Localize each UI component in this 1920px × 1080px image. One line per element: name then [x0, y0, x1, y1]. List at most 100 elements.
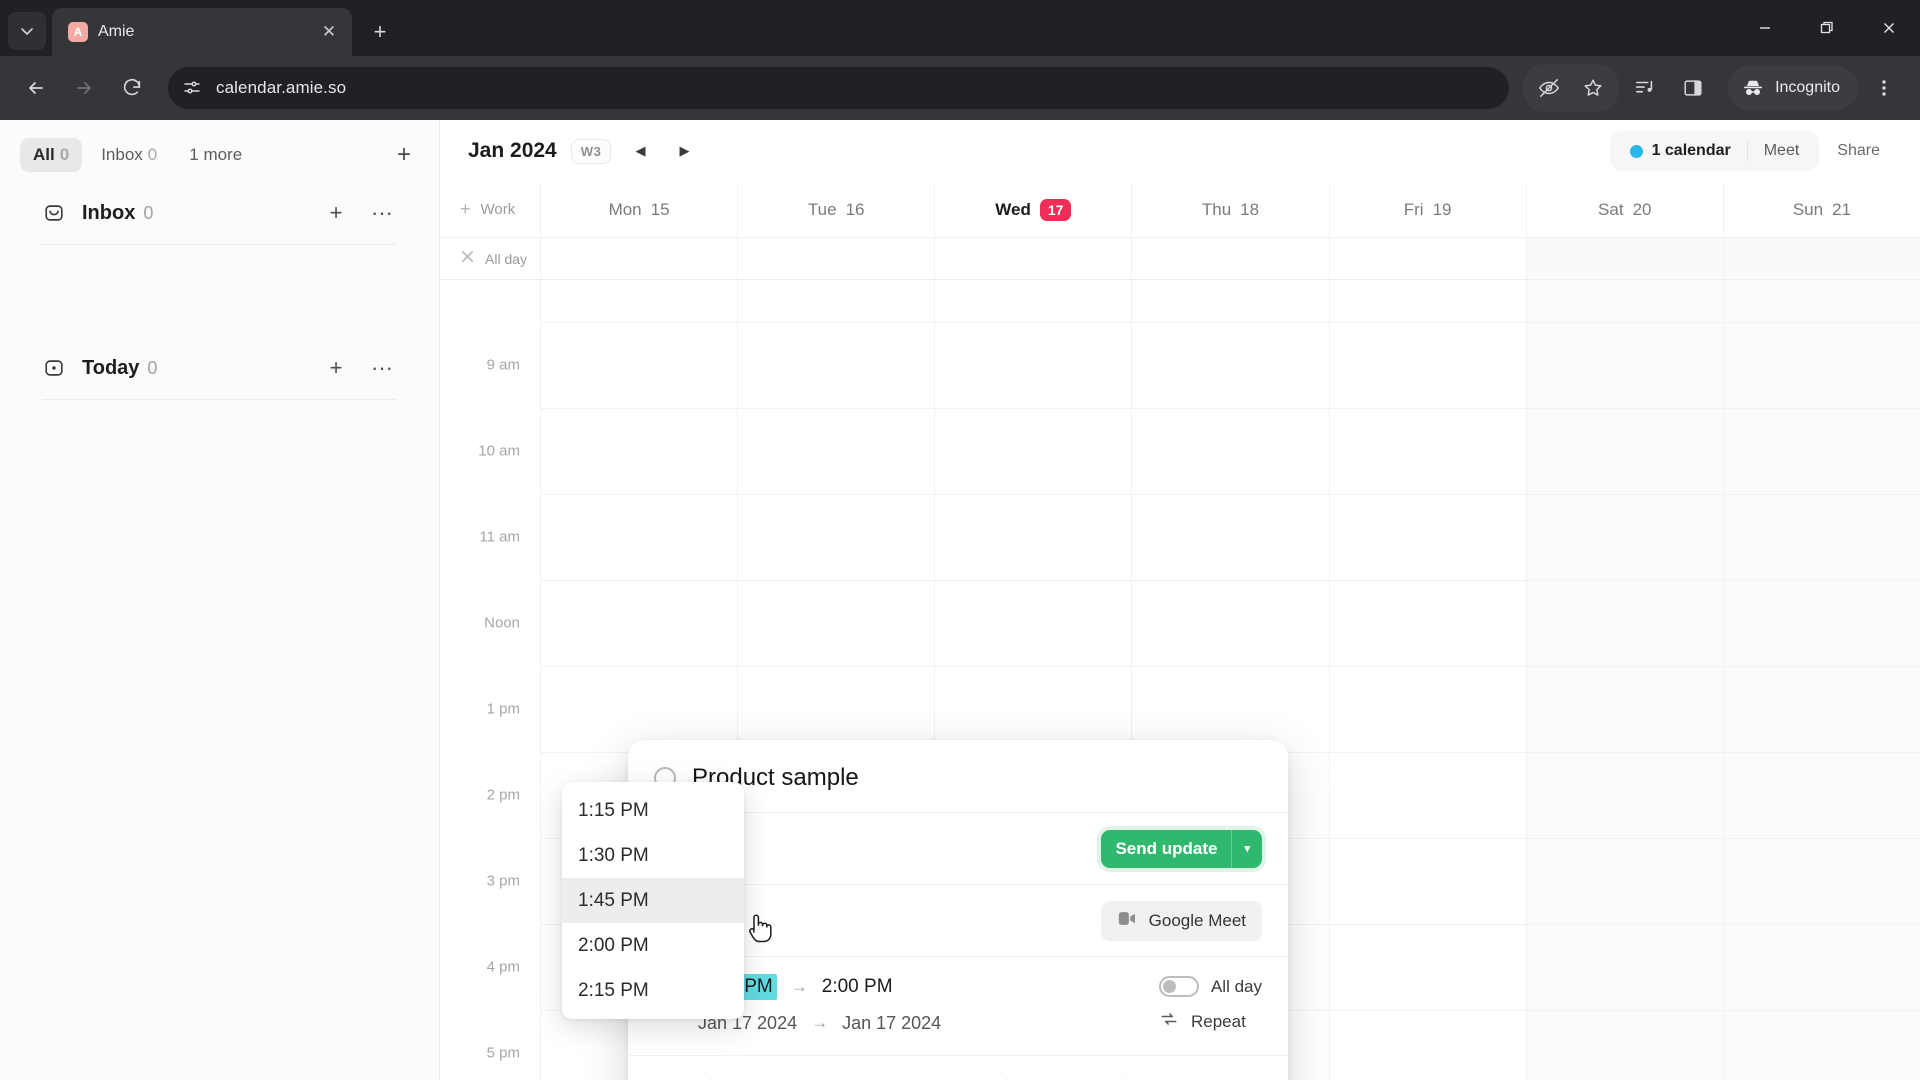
day-name: Thu [1201, 199, 1232, 219]
tab-favicon: A [68, 22, 88, 42]
event-end-time[interactable]: 2:00 PM [822, 976, 893, 998]
day-header-sun[interactable]: Sun 21 [1722, 182, 1920, 237]
repeat-icon [1159, 1009, 1179, 1034]
calendar-count-button[interactable]: 1 calendar [1614, 136, 1747, 166]
incognito-indicator[interactable]: Incognito [1727, 66, 1858, 110]
back-icon[interactable] [14, 66, 58, 110]
side-panel-icon[interactable] [1671, 66, 1715, 110]
day-column-fri[interactable] [1328, 280, 1526, 1080]
page-settings-icon [184, 81, 200, 94]
event-end-date[interactable]: Jan 17 2024 [842, 1013, 941, 1034]
caret-down-icon[interactable] [654, 1070, 700, 1080]
all-day-cell-tue[interactable] [737, 238, 934, 279]
time-option-1-15-pm[interactable]: 1:15 PM [562, 788, 744, 833]
sidebar-group-inbox: Inbox 0 + ··· Today 0 + ··· [0, 182, 439, 400]
sidebar: All 0 Inbox 0 1 more + Inbox 0 + ··· Tod… [0, 120, 440, 1080]
all-day-cell-sat[interactable] [1525, 238, 1723, 279]
next-week-button[interactable]: ▶ [669, 136, 699, 166]
week-badge[interactable]: W3 [570, 138, 612, 164]
share-button[interactable]: Share [1819, 142, 1898, 160]
sidebar-item-inbox[interactable]: Inbox 0 + ··· [42, 182, 397, 244]
day-header-sat[interactable]: Sat 20 [1525, 182, 1723, 237]
work-gutter: + Work [440, 182, 540, 237]
media-list-icon[interactable] [1623, 66, 1667, 110]
browser-tab[interactable]: A Amie ✕ [52, 8, 352, 56]
sidebar-tab-more-label: 1 more [189, 145, 243, 164]
close-icon[interactable]: ✕ [316, 19, 342, 45]
all-day-cell-fri[interactable] [1328, 238, 1526, 279]
google-meet-label: Google Meet [1148, 910, 1246, 930]
sidebar-item-today-label: Today [82, 356, 140, 379]
all-day-cell-sun[interactable] [1722, 238, 1920, 279]
prev-week-button[interactable]: ◀ [625, 136, 655, 166]
send-update-button[interactable]: Send update ▾ [1101, 829, 1262, 868]
day-header-row: + Work Mon 15 Tue 16 Wed 17 Thu 18 Fri 1… [440, 182, 1920, 238]
time-option-2-00-pm[interactable]: 2:00 PM [562, 923, 744, 968]
send-update-label: Send update [1115, 838, 1218, 858]
sidebar-today-more-button[interactable]: ··· [367, 353, 397, 383]
eye-off-icon[interactable] [1527, 66, 1571, 110]
day-column-sun[interactable] [1722, 280, 1920, 1080]
window-controls [1734, 0, 1920, 56]
event-footer-toolbar: Busy Going ··· [628, 1055, 1288, 1080]
new-tab-button[interactable]: + [362, 14, 398, 50]
sidebar-divider-2 [42, 399, 397, 400]
collapse-icon[interactable] [460, 248, 475, 269]
day-header-fri[interactable]: Fri 19 [1328, 182, 1526, 237]
sidebar-tab-all-label: All [33, 145, 55, 164]
maximize-icon[interactable] [1796, 0, 1858, 56]
day-header-mon[interactable]: Mon 15 [540, 182, 737, 237]
tab-strip: A Amie ✕ + [0, 0, 1920, 56]
address-bar[interactable]: calendar.amie.so [168, 67, 1510, 109]
reload-icon[interactable] [110, 66, 154, 110]
tab-search-button[interactable] [8, 12, 46, 50]
work-label: Work [480, 201, 516, 218]
all-day-toggle[interactable]: All day [1158, 976, 1262, 997]
repeat-button[interactable]: Repeat [1159, 1009, 1246, 1034]
meet-button[interactable]: Meet [1748, 136, 1816, 166]
sidebar-filter-tabs: All 0 Inbox 0 1 more + [0, 120, 439, 182]
sidebar-add-button[interactable]: + [389, 140, 419, 170]
sidebar-inbox-more-button[interactable]: ··· [367, 198, 397, 228]
sidebar-tab-inbox[interactable]: Inbox 0 [88, 138, 170, 172]
inbox-icon [42, 201, 66, 225]
time-option-1-45-pm[interactable]: 1:45 PM [562, 878, 744, 923]
time-label: 11 am [479, 528, 520, 546]
chevron-down-icon[interactable]: ▾ [1232, 842, 1262, 855]
minimize-icon[interactable] [1734, 0, 1796, 56]
day-header-thu[interactable]: Thu 18 [1131, 182, 1328, 237]
url-text: calendar.amie.so [216, 78, 347, 97]
calendar-icon[interactable] [767, 1070, 813, 1080]
add-calendar-icon[interactable]: + [460, 199, 471, 220]
unlock-icon[interactable] [813, 1070, 859, 1080]
google-meet-button[interactable]: Google Meet [1100, 900, 1262, 941]
sidebar-tab-all[interactable]: All 0 [20, 138, 83, 172]
day-name: Fri [1403, 199, 1424, 219]
toggle-switch[interactable] [1158, 976, 1199, 997]
arrow-icon: → [790, 977, 808, 996]
close-window-icon[interactable] [1858, 0, 1920, 56]
sidebar-item-today[interactable]: Today 0 + ··· [42, 337, 397, 399]
more-vertical-icon[interactable] [1862, 66, 1906, 110]
all-day-cell-mon[interactable] [540, 238, 737, 279]
all-day-cell-wed[interactable] [934, 238, 1131, 279]
day-header-wed[interactable]: Wed 17 [934, 182, 1131, 237]
event-time-options: All day Repeat [1158, 971, 1262, 1039]
star-icon[interactable] [1571, 66, 1615, 110]
day-column-sat[interactable] [1525, 280, 1723, 1080]
circle-outline-icon[interactable] [721, 1070, 767, 1080]
calendar-color-dot [1629, 144, 1643, 158]
time-option-1-30-pm[interactable]: 1:30 PM [562, 833, 744, 878]
bell-icon[interactable] [859, 1070, 905, 1080]
google-meet-icon [1117, 910, 1139, 932]
browser-toolbar: calendar.amie.so Incognito [0, 56, 1920, 120]
all-day-cell-thu[interactable] [1131, 238, 1328, 279]
sidebar-today-add-button[interactable]: + [321, 353, 351, 383]
day-header-tue[interactable]: Tue 16 [737, 182, 934, 237]
time-option-2-15-pm[interactable]: 2:15 PM [562, 968, 744, 1013]
sidebar-tab-more[interactable]: 1 more [176, 138, 255, 172]
day-number: 19 [1432, 199, 1452, 219]
mouse-cursor [744, 910, 774, 951]
sidebar-inbox-add-button[interactable]: + [321, 198, 351, 228]
sidebar-tab-all-count: 0 [59, 145, 70, 164]
